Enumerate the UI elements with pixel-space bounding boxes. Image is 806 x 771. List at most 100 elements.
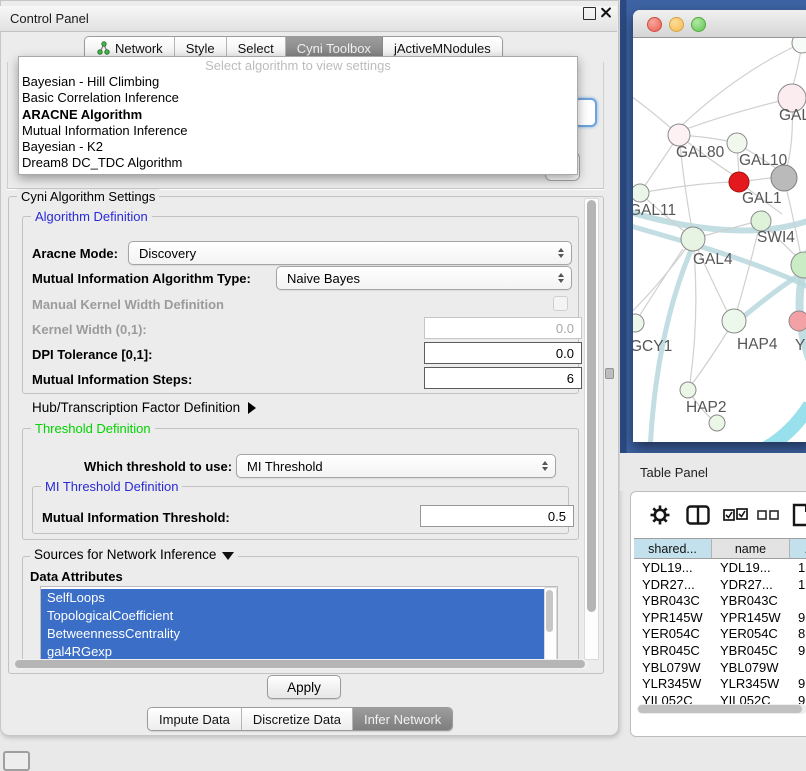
network-node[interactable] bbox=[729, 172, 749, 192]
table-cell[interactable]: YIL052C bbox=[712, 693, 790, 704]
network-canvas[interactable]: GALGAL80GAL10GAL1GAL11GAL4SWI4GCY1HAP4YH… bbox=[633, 38, 806, 442]
network-node[interactable] bbox=[722, 309, 746, 333]
manual-kernel-checkbox bbox=[553, 296, 568, 311]
new-table-icon[interactable] bbox=[791, 502, 806, 528]
network-node[interactable] bbox=[633, 314, 644, 332]
attribute-item[interactable]: gal4RGexp bbox=[41, 643, 545, 660]
network-node[interactable] bbox=[668, 124, 690, 146]
table-cell[interactable]: YPR145W bbox=[712, 610, 790, 627]
table-cell[interactable]: 9. bbox=[790, 643, 806, 660]
table-cell[interactable]: YDL19... bbox=[634, 560, 712, 577]
table-cell[interactable]: 9. bbox=[790, 676, 806, 693]
table-cell[interactable]: YPR145W bbox=[634, 610, 712, 627]
mi-threshold-field[interactable]: 0.5 bbox=[420, 505, 574, 527]
network-node[interactable] bbox=[751, 211, 771, 231]
table-row[interactable]: YDL19...YDL19...13 bbox=[634, 560, 806, 577]
table-cell[interactable]: YIL052C bbox=[634, 693, 712, 704]
table-cell[interactable]: 8. bbox=[790, 626, 806, 643]
network-node[interactable] bbox=[727, 133, 747, 153]
column-header-name[interactable]: name bbox=[712, 538, 790, 559]
table-cell[interactable]: 13 bbox=[790, 560, 806, 577]
network-node[interactable] bbox=[681, 227, 705, 251]
table-cell[interactable]: 9. bbox=[790, 610, 806, 627]
network-node[interactable] bbox=[633, 184, 649, 202]
table-cell[interactable]: YER054C bbox=[634, 626, 712, 643]
table-row[interactable]: YER054CYER054C8. bbox=[634, 626, 806, 643]
minimize-traffic-light-icon[interactable] bbox=[669, 17, 684, 32]
gear-icon[interactable] bbox=[649, 504, 671, 526]
table-cell[interactable]: YBL079W bbox=[634, 660, 712, 677]
hub-definition-toggle[interactable]: Hub/Transcription Factor Definition bbox=[32, 400, 256, 415]
column-header-extra[interactable]: A bbox=[790, 538, 806, 559]
table-cell[interactable]: YBR043C bbox=[712, 593, 790, 610]
table-cell[interactable]: YBR045C bbox=[634, 643, 712, 660]
network-node[interactable] bbox=[709, 415, 725, 431]
tab-discretize-data[interactable]: Discretize Data bbox=[242, 708, 353, 730]
which-threshold-combobox[interactable]: MI Threshold bbox=[236, 454, 556, 478]
algorithm-option[interactable]: Basic Correlation Inference bbox=[19, 90, 577, 106]
table-cell[interactable] bbox=[790, 660, 806, 677]
network-node[interactable] bbox=[792, 38, 806, 53]
scrollbar-thumb[interactable] bbox=[587, 200, 596, 612]
attribute-item[interactable]: BetweennessCentrality bbox=[41, 625, 545, 643]
sources-toggle[interactable]: Sources for Network Inference bbox=[30, 547, 238, 562]
table-cell[interactable]: YLR345W bbox=[712, 676, 790, 693]
network-node[interactable] bbox=[789, 311, 806, 331]
settings-horizontal-scrollbar[interactable] bbox=[14, 659, 588, 669]
mi-type-combobox[interactable]: Naive Bayes bbox=[276, 266, 572, 290]
table-row[interactable]: YLR345WYLR345W9. bbox=[634, 676, 806, 693]
close-icon[interactable] bbox=[601, 7, 612, 18]
table-row[interactable]: YBR043CYBR043C bbox=[634, 593, 806, 610]
algorithm-option[interactable]: Dream8 DC_TDC Algorithm bbox=[19, 155, 577, 171]
split-columns-icon[interactable] bbox=[686, 505, 710, 525]
cyni-algorithm-settings-title: Cyni Algorithm Settings bbox=[17, 189, 159, 204]
attribute-item[interactable]: TopologicalCoefficient bbox=[41, 607, 545, 625]
close-traffic-light-icon[interactable] bbox=[647, 17, 662, 32]
table-cell[interactable]: YDR27... bbox=[712, 577, 790, 594]
table-cell[interactable]: YER054C bbox=[712, 626, 790, 643]
algorithm-option[interactable]: ARACNE Algorithm bbox=[19, 107, 577, 123]
maximize-traffic-light-icon[interactable] bbox=[691, 17, 706, 32]
table-row[interactable]: YPR145WYPR145W9. bbox=[634, 610, 806, 627]
attributes-scrollbar[interactable] bbox=[544, 587, 557, 660]
minimized-panel-icon[interactable] bbox=[3, 751, 30, 771]
network-node[interactable] bbox=[680, 382, 696, 398]
attribute-item[interactable]: SelfLoops bbox=[41, 589, 545, 607]
table-cell[interactable]: YLR345W bbox=[634, 676, 712, 693]
table-cell[interactable]: YBR045C bbox=[712, 643, 790, 660]
column-header-shared[interactable]: shared... bbox=[634, 538, 712, 559]
table-cell[interactable]: YBL079W bbox=[712, 660, 790, 677]
algorithm-option[interactable]: Bayesian - Hill Climbing bbox=[19, 74, 577, 90]
settings-vertical-scrollbar[interactable] bbox=[584, 198, 599, 660]
table-cell[interactable]: 9. bbox=[790, 693, 806, 704]
dpi-tolerance-field[interactable]: 0.0 bbox=[424, 342, 582, 364]
network-node[interactable] bbox=[791, 252, 806, 278]
table-cell[interactable]: 12 bbox=[790, 577, 806, 594]
table-cell[interactable]: YDR27... bbox=[634, 577, 712, 594]
table-horizontal-scrollbar[interactable] bbox=[637, 704, 806, 714]
unchecked-columns-icon[interactable] bbox=[757, 510, 781, 520]
checked-columns-icon[interactable] bbox=[723, 508, 749, 521]
algorithm-option[interactable]: Mutual Information Inference bbox=[19, 123, 577, 139]
table-cell[interactable] bbox=[790, 593, 806, 610]
scrollbar-thumb[interactable] bbox=[546, 590, 553, 632]
table-row[interactable]: YIL052CYIL052C9. bbox=[634, 693, 806, 704]
table-panel-title: Table Panel bbox=[640, 465, 708, 480]
split-divider-grip[interactable] bbox=[605, 368, 614, 379]
which-threshold-value: MI Threshold bbox=[247, 459, 323, 474]
algorithm-option[interactable]: Bayesian - K2 bbox=[19, 139, 577, 155]
scrollbar-thumb[interactable] bbox=[15, 660, 585, 668]
dpi-tolerance-label: DPI Tolerance [0,1]: bbox=[32, 347, 152, 362]
apply-button[interactable]: Apply bbox=[267, 675, 341, 699]
aracne-mode-combobox[interactable]: Discovery bbox=[128, 241, 572, 265]
mi-steps-field[interactable]: 6 bbox=[424, 367, 582, 389]
scrollbar-thumb[interactable] bbox=[638, 705, 802, 713]
table-row[interactable]: YBL079WYBL079W bbox=[634, 660, 806, 677]
tab-impute-data[interactable]: Impute Data bbox=[148, 708, 242, 730]
table-cell[interactable]: YBR043C bbox=[634, 593, 712, 610]
tab-infer-network[interactable]: Infer Network bbox=[353, 708, 452, 730]
table-row[interactable]: YDR27...YDR27...12 bbox=[634, 577, 806, 594]
float-window-icon[interactable] bbox=[583, 7, 596, 20]
table-cell[interactable]: YDL19... bbox=[712, 560, 790, 577]
table-row[interactable]: YBR045CYBR045C9. bbox=[634, 643, 806, 660]
